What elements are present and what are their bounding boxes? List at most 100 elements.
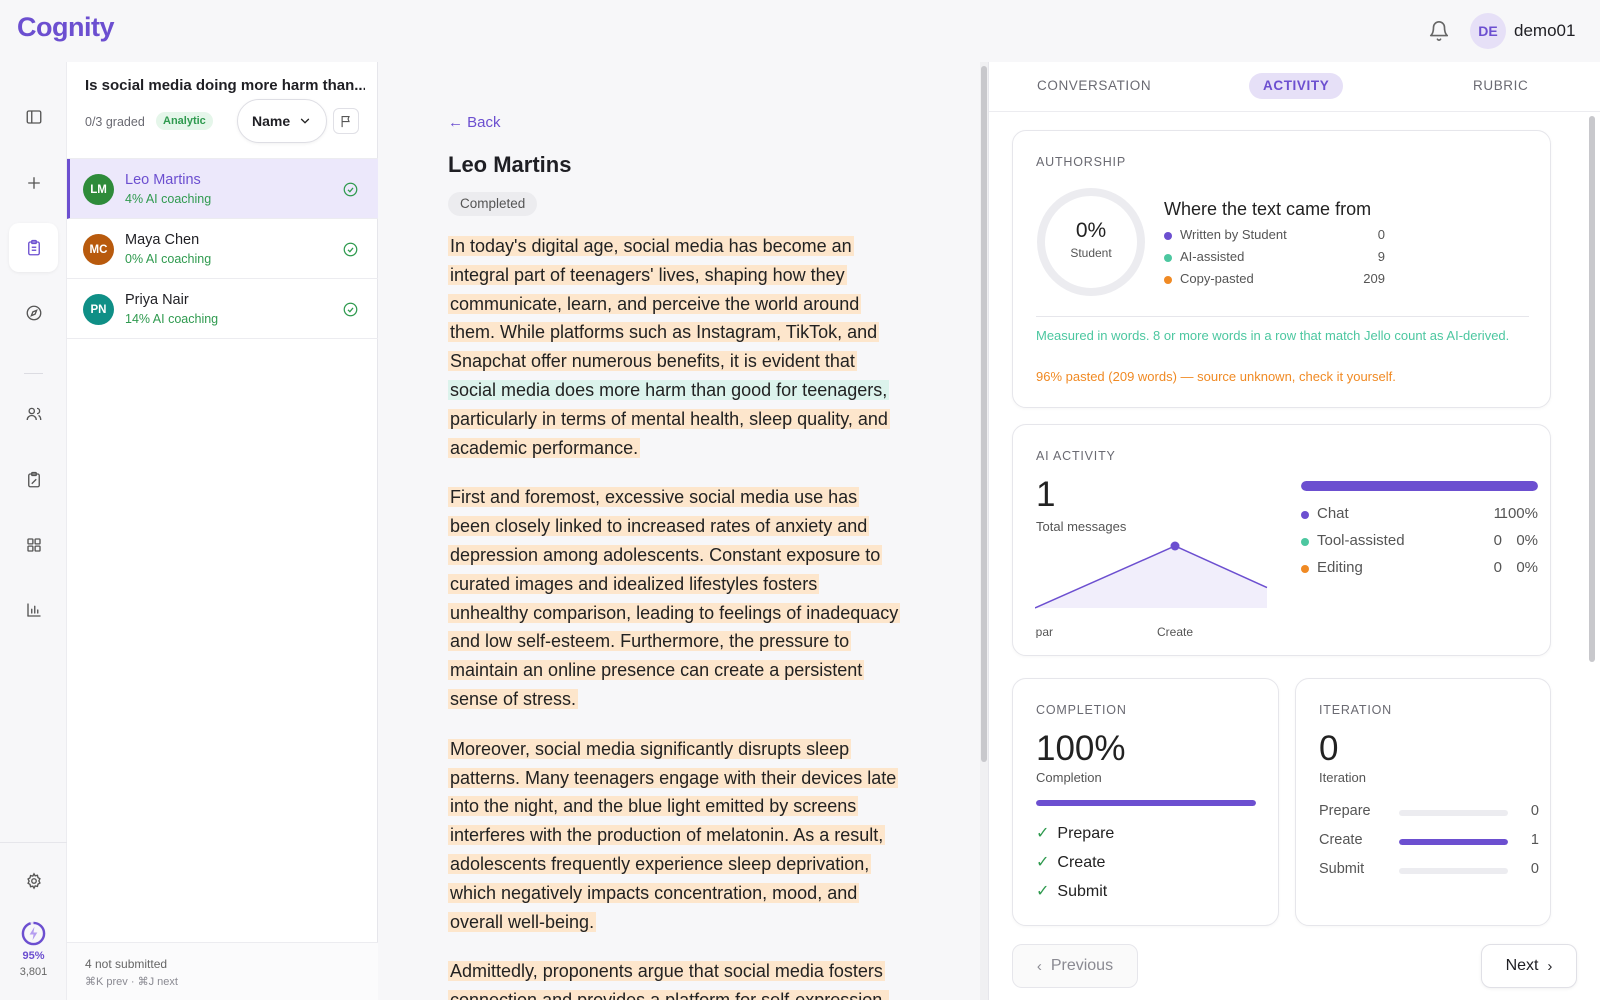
legend-chat: Chat 1 100% bbox=[1301, 505, 1538, 525]
avatar: LM bbox=[83, 174, 114, 205]
sparkline-point bbox=[1170, 541, 1180, 551]
tab-rubric[interactable]: RUBRIC bbox=[1459, 73, 1542, 99]
pasted-text: Admittedly, proponents argue that social… bbox=[448, 961, 890, 1000]
student-list: LM Leo Martins 4% AI coaching MC Maya Ch… bbox=[67, 158, 378, 339]
student-name: Maya Chen bbox=[125, 232, 200, 248]
step-prepare: ✓ Prepare bbox=[1036, 825, 1115, 842]
back-link[interactable]: ← Back bbox=[448, 114, 501, 131]
tab-activity[interactable]: ACTIVITY bbox=[1249, 73, 1344, 99]
previous-label: Previous bbox=[1050, 957, 1114, 974]
iteration-row-prepare: Prepare 0 bbox=[1319, 803, 1539, 819]
check-icon: ✓ bbox=[1036, 825, 1050, 842]
sort-dropdown[interactable]: Name bbox=[237, 99, 327, 143]
avatar: MC bbox=[83, 234, 114, 265]
next-button[interactable]: Next › bbox=[1481, 944, 1577, 988]
status-badge: Completed bbox=[448, 192, 538, 216]
completion-card: COMPLETION 100% Completion ✓ Prepare ✓ Cre… bbox=[1012, 678, 1279, 926]
rail-bottom-divider bbox=[0, 842, 67, 843]
completion-bar bbox=[1036, 800, 1256, 806]
next-label: Next bbox=[1505, 957, 1539, 974]
paragraph: In today's digital age, social media has… bbox=[448, 232, 900, 462]
check-circle-icon bbox=[343, 182, 358, 197]
rail-divider bbox=[24, 373, 43, 374]
navigation-footer: ‹ Previous Next › bbox=[989, 930, 1600, 1000]
document-scrollbar[interactable] bbox=[980, 62, 988, 1000]
bar-chart-icon[interactable] bbox=[9, 585, 58, 634]
authorship-title: Where the text came from bbox=[1164, 199, 1372, 219]
scrollbar-thumb[interactable] bbox=[1589, 116, 1595, 662]
ring-label: Student bbox=[1070, 246, 1112, 260]
app-logo[interactable]: Cognity bbox=[17, 12, 115, 43]
not-submitted-count[interactable]: 4 not submitted bbox=[85, 957, 167, 971]
check-icon: ✓ bbox=[1036, 883, 1050, 900]
essay-text: In today's digital age, social media has… bbox=[448, 232, 901, 1000]
card-label: ITERATION bbox=[1319, 703, 1392, 717]
student-heading: Leo Martins bbox=[448, 152, 572, 177]
paste-warning: 96% pasted (209 words) — source unknown,… bbox=[1036, 369, 1396, 384]
step-submit: ✓ Submit bbox=[1036, 883, 1108, 900]
divider bbox=[1036, 316, 1529, 317]
legend-written: Written by Student 0 bbox=[1164, 227, 1385, 245]
iteration-card: ITERATION 0 Iteration Prepare 0 Create 1… bbox=[1295, 678, 1551, 926]
gear-icon[interactable] bbox=[9, 856, 58, 905]
completion-bar-fill bbox=[1036, 800, 1256, 806]
grid-icon[interactable] bbox=[9, 520, 58, 569]
scrollbar-thumb[interactable] bbox=[981, 66, 987, 762]
card-label: AUTHORSHIP bbox=[1036, 155, 1126, 169]
plus-icon[interactable] bbox=[9, 158, 58, 207]
iteration-row-submit: Submit 0 bbox=[1319, 861, 1539, 877]
paragraph: First and foremost, excessive social med… bbox=[448, 483, 901, 713]
total-messages-value: 1 bbox=[1036, 475, 1056, 514]
sparkline-tick-label: epar bbox=[1035, 625, 1053, 638]
ai-assisted-text: social media does more harm than good fo… bbox=[448, 379, 890, 400]
check-icon: ✓ bbox=[1036, 854, 1050, 871]
sort-label: Name bbox=[252, 113, 291, 129]
panel-scrollbar[interactable] bbox=[1587, 112, 1597, 992]
avatar: PN bbox=[83, 294, 114, 325]
step-create: ✓ Create bbox=[1036, 854, 1106, 871]
usage-bolt-icon[interactable] bbox=[21, 921, 46, 946]
grading-icon[interactable] bbox=[9, 455, 58, 504]
user-name[interactable]: demo01 bbox=[1514, 21, 1575, 41]
total-messages-label: Total messages bbox=[1036, 519, 1127, 534]
student-row[interactable]: LM Leo Martins 4% AI coaching bbox=[67, 159, 378, 219]
users-icon[interactable] bbox=[9, 389, 58, 438]
card-label: AI ACTIVITY bbox=[1036, 449, 1116, 463]
usage-count: 3,801 bbox=[19, 966, 48, 978]
graded-count: 0/3 graded bbox=[85, 115, 145, 129]
pasted-text: In today's digital age, social media has… bbox=[448, 236, 880, 372]
completion-label: Completion bbox=[1036, 770, 1102, 785]
sidebar-toggle-icon[interactable] bbox=[9, 92, 58, 141]
student-name: Priya Nair bbox=[125, 292, 189, 308]
list-footer: 4 not submitted ⌘K prev · ⌘J next bbox=[67, 942, 378, 1000]
legend-editing: Editing 0 0% bbox=[1301, 559, 1538, 579]
chevron-right-icon: › bbox=[1547, 957, 1553, 975]
pasted-text: particularly in terms of mental health, … bbox=[448, 408, 890, 458]
compass-icon[interactable] bbox=[9, 288, 58, 337]
usage-percent: 95% bbox=[22, 950, 45, 962]
iteration-row-create: Create 1 bbox=[1319, 832, 1539, 848]
paragraph: Moreover, social media significantly dis… bbox=[448, 735, 900, 937]
clipboard-icon[interactable] bbox=[9, 223, 58, 272]
tab-conversation[interactable]: CONVERSATION bbox=[1023, 73, 1165, 99]
bell-icon[interactable] bbox=[1428, 20, 1450, 42]
ai-activity-bar-fill bbox=[1301, 481, 1538, 491]
analytics-panel: CONVERSATION ACTIVITY RUBRIC AUTHORSHIP … bbox=[988, 62, 1600, 1000]
legend-ai-assisted: AI-assisted 9 bbox=[1164, 249, 1385, 267]
paragraph: Admittedly, proponents argue that social… bbox=[448, 957, 900, 1000]
submission-document: ← Back Leo Martins Completed In today's … bbox=[378, 62, 977, 1000]
flag-icon[interactable] bbox=[333, 108, 359, 134]
ai-activity-bar bbox=[1301, 481, 1538, 491]
iteration-value: 0 bbox=[1319, 729, 1339, 768]
user-avatar[interactable]: DE bbox=[1470, 13, 1506, 49]
student-row[interactable]: MC Maya Chen 0% AI coaching bbox=[67, 219, 378, 279]
ai-activity-card: AI ACTIVITY 1 Total messages Chat 1 100%… bbox=[1012, 424, 1551, 656]
chevron-left-icon: ‹ bbox=[1036, 957, 1042, 975]
top-bar: Cognity DE demo01 bbox=[0, 0, 1600, 62]
panel-tabs: CONVERSATION ACTIVITY RUBRIC bbox=[989, 62, 1600, 112]
iteration-label: Iteration bbox=[1319, 770, 1366, 785]
card-label: COMPLETION bbox=[1036, 703, 1127, 717]
pasted-text: Moreover, social media significantly dis… bbox=[448, 738, 899, 932]
previous-button[interactable]: ‹ Previous bbox=[1012, 944, 1138, 988]
student-row[interactable]: PN Priya Nair 14% AI coaching bbox=[67, 279, 378, 339]
